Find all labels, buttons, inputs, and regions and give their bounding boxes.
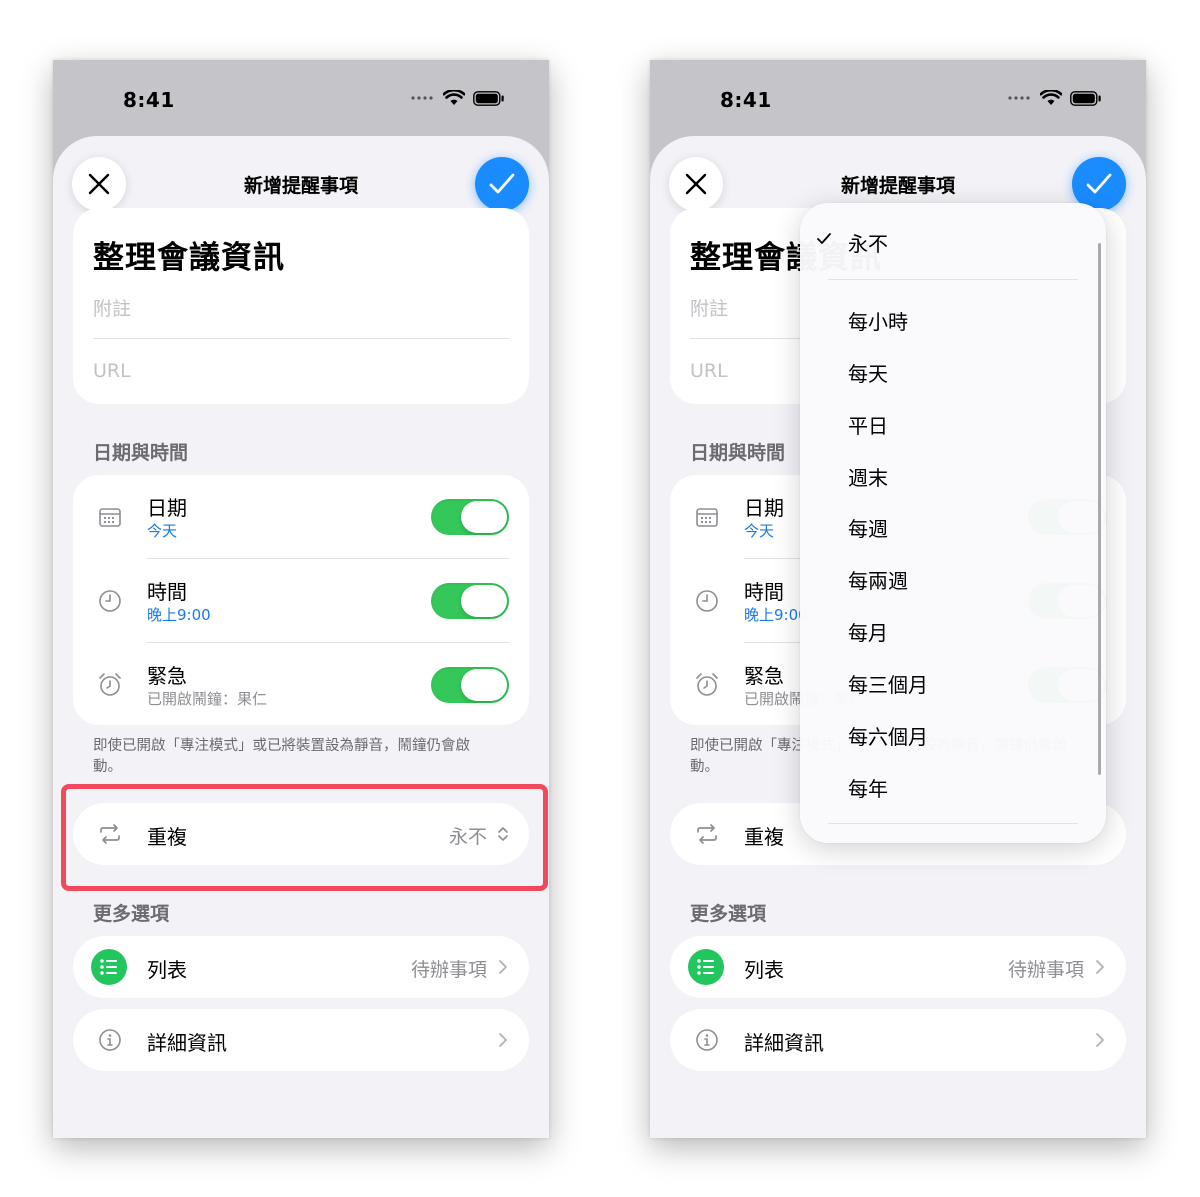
repeat-label: 重複 xyxy=(744,825,784,849)
menu-divider xyxy=(828,279,1078,280)
date-toggle[interactable] xyxy=(431,499,509,535)
phone-screen-left: 8:41 新增提醒事項 整理會議資訊 附註 URL 日期與時間 日期 今天 時間… xyxy=(53,60,549,1138)
menu-item-monthly[interactable]: 每月 xyxy=(848,617,888,646)
chevron-right-icon xyxy=(499,960,507,974)
time-value: 晚上9:00 xyxy=(744,606,808,624)
list-label: 列表 xyxy=(744,958,784,982)
cellular-signal-icon xyxy=(1008,96,1030,100)
list-row[interactable]: 列表 待辦事項 xyxy=(73,936,529,998)
details-label: 詳細資訊 xyxy=(147,1031,227,1055)
battery-icon xyxy=(1070,90,1101,106)
list-value: 待辦事項 xyxy=(410,959,487,981)
toggle-knob xyxy=(461,669,507,701)
wifi-icon xyxy=(443,90,465,105)
date-value: 今天 xyxy=(744,522,775,540)
date-time-section-label: 日期與時間 xyxy=(690,442,786,464)
status-icons xyxy=(1008,90,1102,106)
date-time-section-label: 日期與時間 xyxy=(93,442,189,464)
time-value: 晚上9:00 xyxy=(147,606,211,624)
checkmark-icon xyxy=(489,173,515,194)
chevron-right-icon xyxy=(1096,1033,1104,1047)
chevron-right-icon xyxy=(1096,960,1104,974)
url-field[interactable]: URL xyxy=(690,360,728,382)
clock-icon xyxy=(99,590,121,612)
new-reminder-sheet: 新增提醒事項 整理會議資訊 附註 URL 日期與時間 日期 今天 時間 晚上9:… xyxy=(53,136,549,1138)
status-time: 8:41 xyxy=(720,88,772,112)
urgent-label: 緊急 xyxy=(147,664,187,688)
date-row[interactable]: 日期 今天 xyxy=(73,475,529,559)
menu-item-every-6-months[interactable]: 每六個月 xyxy=(848,721,928,750)
urgent-value: 已開啟鬧鐘：果仁 xyxy=(147,690,268,708)
details-label: 詳細資訊 xyxy=(744,1031,824,1055)
notes-field[interactable]: 附註 xyxy=(93,294,131,321)
cellular-signal-icon xyxy=(411,96,433,100)
urgent-toggle[interactable] xyxy=(431,667,509,703)
info-icon xyxy=(696,1029,718,1051)
checkmark-icon xyxy=(1086,173,1112,194)
date-time-card: 日期 今天 時間 晚上9:00 緊急 已開啟鬧鐘：果仁 xyxy=(73,475,529,725)
url-field[interactable]: URL xyxy=(93,360,131,382)
alarm-clock-icon xyxy=(696,673,718,696)
list-value: 待辦事項 xyxy=(1007,959,1084,981)
urgent-row[interactable]: 緊急 已開啟鬧鐘：果仁 xyxy=(73,643,529,727)
info-icon xyxy=(99,1029,121,1051)
toggle-knob xyxy=(461,501,507,533)
menu-item-yearly[interactable]: 每年 xyxy=(848,773,888,802)
repeat-options-menu: 永不 每小時 每天 平日 週末 每週 每兩週 每月 每三個月 每六個月 每年 xyxy=(800,203,1106,843)
alarm-footnote: 即使已開啟「專注模式」或已將裝置設為靜音，鬧鐘仍會啟動。 xyxy=(93,738,470,775)
checkmark-icon xyxy=(817,233,831,244)
menu-item-never[interactable]: 永不 xyxy=(848,228,888,257)
list-row[interactable]: 列表 待辦事項 xyxy=(670,936,1126,998)
list-label: 列表 xyxy=(147,958,187,982)
task-details-card: 整理會議資訊 附註 URL xyxy=(73,208,529,404)
time-label: 時間 xyxy=(744,580,784,604)
done-button[interactable] xyxy=(475,157,529,211)
date-label: 日期 xyxy=(744,496,784,520)
menu-item-weekly[interactable]: 每週 xyxy=(848,513,888,542)
time-toggle[interactable] xyxy=(431,583,509,619)
menu-item-biweekly[interactable]: 每兩週 xyxy=(848,565,908,594)
list-icon xyxy=(91,949,127,985)
chevron-right-icon xyxy=(499,1033,507,1047)
menu-scrollbar[interactable] xyxy=(1098,243,1101,775)
date-value: 今天 xyxy=(147,522,178,540)
calendar-icon xyxy=(99,508,121,527)
wifi-icon xyxy=(1040,90,1062,105)
alarm-clock-icon xyxy=(99,673,121,696)
repeat-row-highlight xyxy=(61,784,548,891)
date-label: 日期 xyxy=(147,496,187,520)
clock-icon xyxy=(696,590,718,612)
details-row[interactable]: 詳細資訊 xyxy=(73,1009,529,1071)
more-options-section-label: 更多選項 xyxy=(93,903,170,925)
battery-icon xyxy=(473,90,504,106)
toggle-knob xyxy=(461,585,507,617)
status-icons xyxy=(411,90,505,106)
urgent-label: 緊急 xyxy=(744,664,784,688)
time-label: 時間 xyxy=(147,580,187,604)
task-title-field[interactable]: 整理會議資訊 xyxy=(93,232,285,277)
menu-divider xyxy=(828,823,1078,824)
time-row[interactable]: 時間 晚上9:00 xyxy=(73,559,529,643)
divider xyxy=(93,338,509,339)
menu-item-weekends[interactable]: 週末 xyxy=(848,462,888,491)
calendar-icon xyxy=(696,508,718,527)
more-options-section-label: 更多選項 xyxy=(690,903,767,925)
details-row[interactable]: 詳細資訊 xyxy=(670,1009,1126,1071)
status-time: 8:41 xyxy=(123,88,175,112)
menu-item-daily[interactable]: 每天 xyxy=(848,358,888,387)
list-icon xyxy=(688,949,724,985)
notes-field[interactable]: 附註 xyxy=(690,294,728,321)
menu-item-weekdays[interactable]: 平日 xyxy=(848,410,888,439)
menu-item-hourly[interactable]: 每小時 xyxy=(848,306,908,335)
repeat-icon xyxy=(697,824,717,844)
menu-item-every-3-months[interactable]: 每三個月 xyxy=(848,669,928,698)
